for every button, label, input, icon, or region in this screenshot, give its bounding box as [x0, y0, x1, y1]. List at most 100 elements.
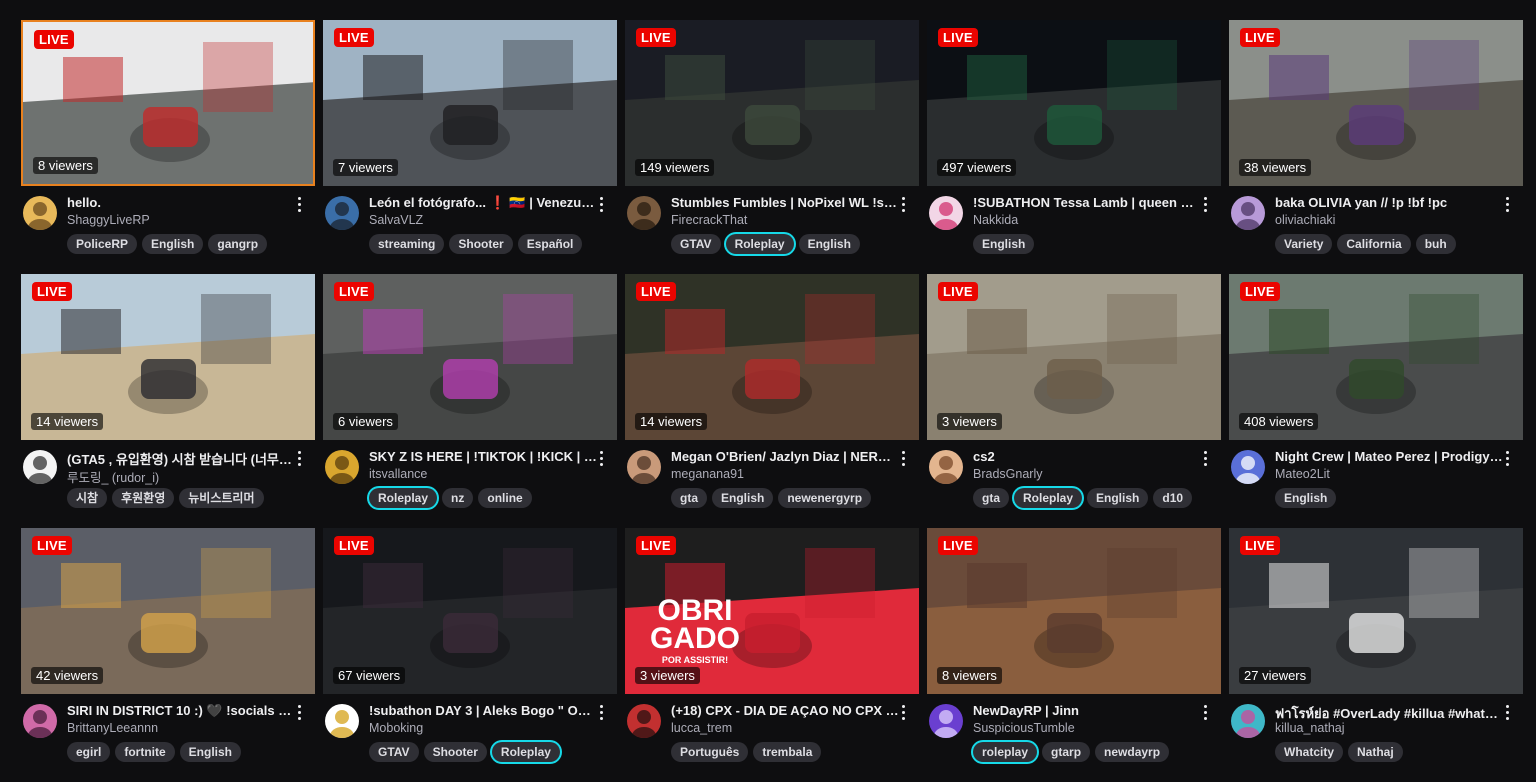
channel-name[interactable]: BradsGnarly — [973, 467, 1201, 481]
tag[interactable]: fortnite — [115, 742, 175, 762]
tag[interactable]: Whatcity — [1275, 742, 1344, 762]
tag[interactable]: PoliceRP — [67, 234, 138, 254]
stream-title[interactable]: Stumbles Fumbles | NoPixel WL !socials — [671, 195, 899, 210]
stream-card[interactable]: LIVE 67 viewers !subathon DAY 3 | Aleks … — [323, 528, 617, 782]
tag[interactable]: Roleplay — [491, 742, 560, 762]
tag[interactable]: buh — [1415, 234, 1456, 254]
channel-avatar[interactable] — [23, 196, 57, 230]
tag[interactable]: 뉴비스트리머 — [179, 488, 264, 508]
tag[interactable]: trembala — [753, 742, 822, 762]
stream-card[interactable]: LIVE 3 viewers cs2 BradsGnarly gta Rolepl… — [927, 274, 1221, 528]
stream-title[interactable]: !SUBATHON Tessa Lamb | queen of the stre… — [973, 195, 1201, 210]
tag[interactable]: Roleplay — [1014, 488, 1083, 508]
tag[interactable]: roleplay — [973, 742, 1038, 762]
stream-card[interactable]: LIVE 6 viewers SKY Z IS HERE | !TIKTOK |… — [323, 274, 617, 528]
channel-name[interactable]: oliviachiaki — [1275, 213, 1503, 227]
channel-avatar[interactable] — [325, 196, 359, 230]
stream-title[interactable]: (+18) CPX - DIA DE AÇAO NO CPX !pix — [671, 703, 899, 718]
stream-title[interactable]: (GTA5 , 유입환영) 시참 받습니다 (너무 반가워요) — [67, 449, 295, 468]
channel-avatar[interactable] — [1231, 704, 1265, 738]
stream-thumbnail[interactable]: LIVE 8 viewers — [927, 528, 1221, 694]
more-options-icon[interactable] — [1501, 195, 1513, 213]
channel-name[interactable]: Mateo2Lit — [1275, 467, 1503, 481]
tag[interactable]: 후원환영 — [112, 488, 175, 508]
channel-name[interactable]: FirecrackThat — [671, 213, 899, 227]
channel-avatar[interactable] — [627, 196, 661, 230]
channel-avatar[interactable] — [325, 450, 359, 484]
stream-thumbnail[interactable]: LIVE 14 viewers — [21, 274, 315, 440]
tag[interactable]: English — [973, 234, 1035, 254]
tag[interactable]: gta — [671, 488, 707, 508]
stream-thumbnail[interactable]: LIVE 497 viewers — [927, 20, 1221, 186]
channel-name[interactable]: Moboking — [369, 721, 597, 735]
stream-title[interactable]: cs2 — [973, 449, 1201, 464]
stream-thumbnail[interactable]: LIVE 14 viewers — [625, 274, 919, 440]
tag[interactable]: Español — [517, 234, 583, 254]
tag[interactable]: streaming — [369, 234, 445, 254]
stream-title[interactable]: Megan O'Brien/ Jazlyn Diaz | NEREGY RP — [671, 449, 899, 464]
tag[interactable]: English — [179, 742, 242, 762]
stream-title[interactable]: SIRI IN DISTRICT 10 :) 🖤 !socials !tikto… — [67, 703, 295, 719]
channel-name[interactable]: BrittanyLeeannn — [67, 721, 295, 735]
channel-name[interactable]: ShaggyLiveRP — [67, 213, 295, 227]
stream-thumbnail[interactable]: LIVE 38 viewers — [1229, 20, 1523, 186]
channel-avatar[interactable] — [929, 704, 963, 738]
more-options-icon[interactable] — [595, 449, 607, 467]
channel-avatar[interactable] — [1231, 196, 1265, 230]
stream-thumbnail[interactable]: LIVE 42 viewers — [21, 528, 315, 694]
tag[interactable]: California — [1337, 234, 1411, 254]
stream-card[interactable]: LIVE 8 viewers NewDayRP | Jinn Suspiciou… — [927, 528, 1221, 782]
stream-thumbnail[interactable]: LIVE 8 viewers — [21, 20, 315, 186]
tag[interactable]: English — [798, 234, 860, 254]
more-options-icon[interactable] — [293, 703, 305, 721]
more-options-icon[interactable] — [897, 195, 909, 213]
channel-name[interactable]: meganana91 — [671, 467, 899, 481]
stream-title[interactable]: hello. — [67, 195, 295, 210]
stream-thumbnail[interactable]: LIVE 27 viewers — [1229, 528, 1523, 694]
channel-name[interactable]: killua_nathaj — [1275, 721, 1503, 735]
stream-thumbnail[interactable]: LIVE 408 viewers — [1229, 274, 1523, 440]
stream-card[interactable]: LIVE 27 viewers ฟาโรห์ย่อ #OverLady #kil… — [1229, 528, 1523, 782]
tag[interactable]: Roleplay — [725, 234, 794, 254]
tag[interactable]: GTAV — [369, 742, 419, 762]
more-options-icon[interactable] — [897, 449, 909, 467]
stream-title[interactable]: NewDayRP | Jinn — [973, 703, 1201, 718]
stream-thumbnail[interactable]: OBRI GADO POR ASSISTIR! LIVE 3 viewers — [625, 528, 919, 694]
tag[interactable]: d10 — [1153, 488, 1193, 508]
more-options-icon[interactable] — [595, 195, 607, 213]
channel-name[interactable]: Nakkida — [973, 213, 1201, 227]
more-options-icon[interactable] — [595, 703, 607, 721]
stream-card[interactable]: LIVE 408 viewers Night Crew | Mateo Pere… — [1229, 274, 1523, 528]
stream-thumbnail[interactable]: LIVE 6 viewers — [323, 274, 617, 440]
more-options-icon[interactable] — [1199, 703, 1211, 721]
tag[interactable]: Roleplay — [369, 488, 438, 508]
tag[interactable]: gta — [973, 488, 1009, 508]
tag[interactable]: newenergyrp — [778, 488, 872, 508]
stream-thumbnail[interactable]: LIVE 7 viewers — [323, 20, 617, 186]
channel-avatar[interactable] — [627, 450, 661, 484]
stream-thumbnail[interactable]: LIVE 3 viewers — [927, 274, 1221, 440]
channel-avatar[interactable] — [1231, 450, 1265, 484]
tag[interactable]: gtarp — [1042, 742, 1091, 762]
tag[interactable]: Nathaj — [1348, 742, 1403, 762]
tag[interactable]: GTAV — [671, 234, 721, 254]
more-options-icon[interactable] — [897, 703, 909, 721]
tag[interactable]: English — [142, 234, 204, 254]
channel-avatar[interactable] — [929, 450, 963, 484]
more-options-icon[interactable] — [1501, 703, 1513, 721]
channel-avatar[interactable] — [627, 704, 661, 738]
tag[interactable]: 시참 — [67, 488, 108, 508]
channel-name[interactable]: 루도링_ (rudor_i) — [67, 467, 295, 486]
stream-card[interactable]: LIVE 7 viewers León el fotógrafo... ❗ 🇻🇪… — [323, 20, 617, 274]
tag[interactable]: newdayrp — [1095, 742, 1170, 762]
tag[interactable]: Português — [671, 742, 749, 762]
channel-name[interactable]: itsvallance — [369, 467, 597, 481]
stream-card[interactable]: LIVE 42 viewers SIRI IN DISTRICT 10 :) 🖤… — [21, 528, 315, 782]
tag[interactable]: gangrp — [208, 234, 268, 254]
channel-avatar[interactable] — [23, 450, 57, 484]
more-options-icon[interactable] — [1199, 195, 1211, 213]
more-options-icon[interactable] — [293, 195, 305, 213]
stream-title[interactable]: SKY Z IS HERE | !TIKTOK | !KICK | !DISCO… — [369, 449, 597, 464]
tag[interactable]: Shooter — [449, 234, 513, 254]
stream-title[interactable]: !subathon DAY 3 | Aleks Bogo " ON DUTY " — [369, 703, 597, 718]
